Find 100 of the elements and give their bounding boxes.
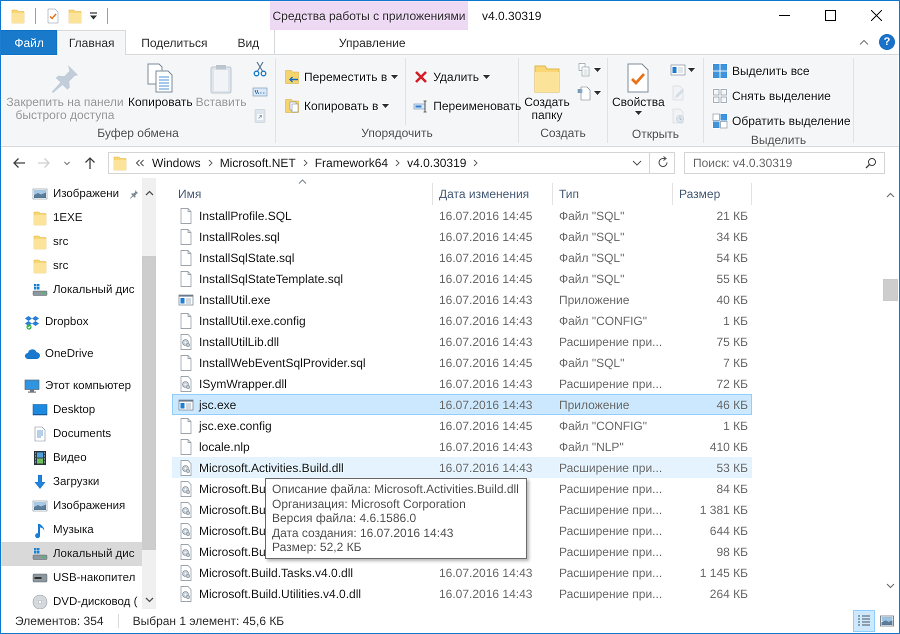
ribbon-button[interactable]: Удалить — [411, 66, 524, 88]
refresh-icon[interactable] — [657, 156, 669, 169]
dll-icon — [178, 586, 194, 602]
scrollbar[interactable] — [142, 178, 156, 609]
view-button[interactable] — [853, 610, 875, 632]
column-header[interactable]: Имя — [178, 187, 202, 201]
address-bar[interactable]: Windows Microsoft.NET Framework64 v4.0.30319 — [108, 152, 675, 174]
ribbon-tab[interactable]: Вид — [222, 30, 274, 55]
breadcrumb-item[interactable]: Microsoft.NET — [220, 156, 296, 170]
type-cell: Файл "SQL" — [559, 230, 624, 244]
chevron-down-icon[interactable] — [632, 160, 642, 166]
date-cell: 16.07.2016 14:43 — [439, 440, 532, 454]
scrollbar-thumb[interactable] — [142, 256, 156, 550]
dll-icon — [178, 544, 194, 560]
dll-icon — [178, 334, 194, 350]
ribbon-tab[interactable]: Поделиться — [126, 30, 222, 55]
scrollbar-thumb[interactable] — [883, 279, 898, 301]
tooltip-line: Описание файла: Microsoft.Activities.Build.dll — [272, 482, 520, 496]
sidebar-item[interactable]: Видео — [1, 446, 142, 470]
file-name: Microsoft.Bu — [199, 544, 266, 558]
invert-selection-icon — [712, 113, 728, 129]
double-chevron-icon[interactable] — [135, 158, 145, 166]
file-name: InstallUtilLib.dll — [199, 334, 280, 348]
file-name: InstallRoles.sql — [199, 230, 280, 244]
shortcut-icon — [252, 107, 268, 123]
customize-toolbar-icon[interactable] — [89, 12, 98, 20]
ribbon-button[interactable]: Переместить в — [282, 66, 400, 88]
column-header[interactable]: Дата изменения — [439, 187, 530, 201]
large-icons-view-icon — [879, 613, 895, 629]
chevron-right-icon[interactable] — [302, 158, 308, 166]
selection-info: Выбран 1 элемент: 45,6 КБ — [132, 614, 284, 628]
sidebar-item[interactable]: Documents — [1, 422, 142, 446]
size-cell: 410 КБ — [710, 440, 748, 454]
type-cell: Приложение — [559, 398, 630, 412]
date-cell: 16.07.2016 14:43 — [439, 314, 532, 328]
scroll-down-icon[interactable] — [144, 597, 154, 603]
sidebar-item[interactable]: DVD-дисковод ( — [1, 590, 142, 609]
ribbon-button[interactable]: Копировать — [128, 58, 193, 109]
type-cell: Файл "CONFIG" — [559, 314, 648, 328]
chevron-right-icon[interactable] — [395, 158, 400, 166]
sidebar-item[interactable]: Локальный дис — [1, 542, 142, 566]
ribbon-button[interactable]: Переименовать — [411, 95, 524, 118]
ribbon-button[interactable]: Свойства — [612, 58, 665, 115]
file-row[interactable]: jsc.exe 16.07.2016 14:43 Приложение 46 КБ — [172, 394, 752, 415]
type-cell: Файл "NLP" — [559, 440, 624, 454]
folder-icon — [32, 258, 48, 274]
sidebar-item[interactable]: OneDrive — [1, 342, 142, 366]
dll-icon — [178, 502, 194, 518]
sidebar-item[interactable]: USB-накопител — [1, 566, 142, 590]
sidebar-item[interactable]: Загрузки — [1, 470, 142, 494]
column-header[interactable]: Размер — [679, 187, 720, 201]
ribbon-tab[interactable]: Главная — [57, 30, 126, 55]
select-none-icon — [712, 88, 728, 104]
chevron-right-icon[interactable] — [473, 158, 478, 166]
dll-icon — [178, 564, 194, 580]
size-cell: 98 КБ — [716, 544, 748, 558]
date-cell: 16.07.2016 14:43 — [439, 334, 532, 348]
size-cell: 1 145 КБ — [700, 566, 748, 580]
help-button[interactable]: ? — [879, 34, 895, 50]
ribbon-button[interactable]: Копировать в — [282, 95, 400, 118]
scroll-down-icon[interactable] — [886, 583, 895, 589]
sidebar-item[interactable]: src — [1, 254, 142, 278]
sidebar-item[interactable]: Локальный дис — [1, 278, 142, 302]
search-field[interactable]: Поиск: v4.0.30319 — [684, 152, 885, 174]
application-icon — [178, 396, 194, 412]
sidebar-item[interactable]: src — [1, 230, 142, 254]
size-cell: 644 КБ — [710, 524, 748, 538]
ribbon-button[interactable]: Выделить все — [710, 60, 853, 82]
download-icon — [32, 474, 48, 490]
scroll-up-icon[interactable] — [886, 192, 895, 198]
dropdown-caret-icon — [594, 91, 601, 95]
ribbon-button[interactable]: Снять выделение — [710, 85, 853, 107]
ribbon-button[interactable]: Обратить выделение — [710, 110, 853, 132]
video-icon — [32, 450, 48, 466]
ribbon-tab[interactable]: Файл — [1, 30, 58, 55]
sidebar-item[interactable]: Dropbox — [1, 310, 142, 334]
size-cell: 34 КБ — [716, 230, 748, 244]
new-item-icon — [576, 62, 592, 78]
desktop-icon — [32, 402, 48, 418]
sidebar-item[interactable]: Музыка — [1, 518, 142, 542]
breadcrumb-item[interactable]: Framework64 — [314, 156, 388, 170]
sidebar-item[interactable]: Этот компьютер — [1, 374, 142, 398]
ribbon-group-label: Создать — [539, 125, 587, 142]
sidebar-item[interactable]: Изображения — [1, 494, 142, 518]
collapse-ribbon-icon[interactable] — [859, 39, 869, 45]
chevron-right-icon[interactable] — [208, 158, 213, 166]
ribbon-button[interactable]: Создать папку — [523, 58, 571, 122]
type-cell: Расширение при... — [559, 460, 662, 474]
sidebar-item[interactable]: 1EXE — [1, 206, 142, 230]
breadcrumb-item[interactable]: v4.0.30319 — [407, 156, 466, 170]
picture-folder-icon — [32, 186, 48, 202]
date-cell: 16.07.2016 14:43 — [439, 566, 532, 580]
column-header[interactable]: Тип — [559, 187, 580, 201]
application-icon — [178, 292, 194, 308]
sidebar-item[interactable]: Изображени — [1, 182, 142, 206]
file-row[interactable]: Microsoft.Activities.Build.dll 16.07.2016 14:43 Расширение при... 53 КБ — [172, 457, 752, 478]
breadcrumb-item[interactable]: Windows — [152, 156, 201, 170]
sidebar-item[interactable]: Desktop — [1, 398, 142, 422]
scroll-up-icon[interactable] — [144, 190, 154, 196]
size-cell: 1 381 КБ — [700, 502, 748, 516]
